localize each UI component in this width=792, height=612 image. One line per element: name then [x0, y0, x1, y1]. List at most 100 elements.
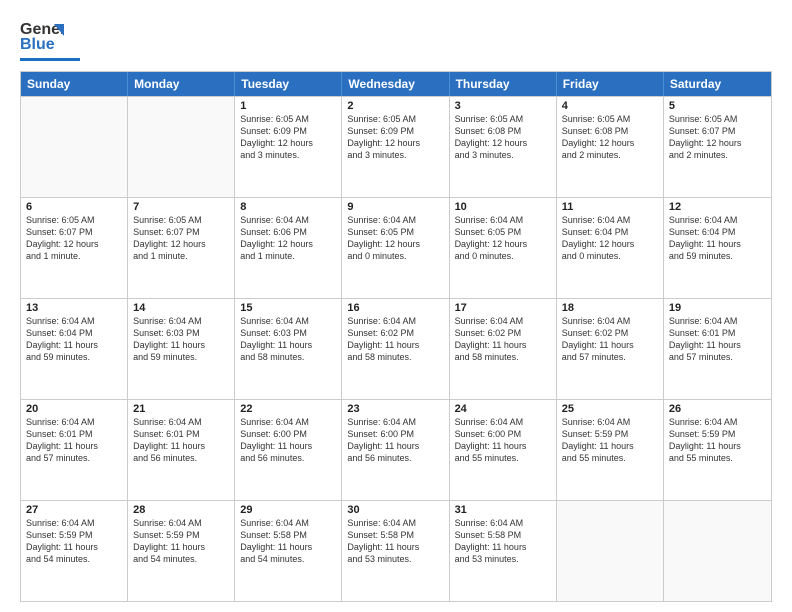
page: General Blue SundayMondayTuesdayWednesda…: [0, 0, 792, 612]
calendar-cell: 22Sunrise: 6:04 AM Sunset: 6:00 PM Dayli…: [235, 400, 342, 500]
calendar-cell: [128, 97, 235, 197]
cell-info: Sunrise: 6:05 AM Sunset: 6:07 PM Dayligh…: [133, 214, 229, 263]
day-number: 8: [240, 201, 336, 213]
calendar-cell: 30Sunrise: 6:04 AM Sunset: 5:58 PM Dayli…: [342, 501, 449, 601]
day-number: 25: [562, 403, 658, 415]
day-number: 24: [455, 403, 551, 415]
calendar-cell: 13Sunrise: 6:04 AM Sunset: 6:04 PM Dayli…: [21, 299, 128, 399]
calendar-cell: 14Sunrise: 6:04 AM Sunset: 6:03 PM Dayli…: [128, 299, 235, 399]
cell-info: Sunrise: 6:04 AM Sunset: 6:01 PM Dayligh…: [669, 315, 766, 364]
calendar-cell: [557, 501, 664, 601]
cell-info: Sunrise: 6:04 AM Sunset: 6:01 PM Dayligh…: [26, 416, 122, 465]
day-number: 15: [240, 302, 336, 314]
day-number: 7: [133, 201, 229, 213]
calendar-cell: 8Sunrise: 6:04 AM Sunset: 6:06 PM Daylig…: [235, 198, 342, 298]
cell-info: Sunrise: 6:04 AM Sunset: 5:59 PM Dayligh…: [562, 416, 658, 465]
day-number: 29: [240, 504, 336, 516]
day-number: 27: [26, 504, 122, 516]
day-number: 9: [347, 201, 443, 213]
calendar: SundayMondayTuesdayWednesdayThursdayFrid…: [20, 71, 772, 602]
day-number: 26: [669, 403, 766, 415]
cell-info: Sunrise: 6:04 AM Sunset: 5:59 PM Dayligh…: [669, 416, 766, 465]
weekday-header: Saturday: [664, 72, 771, 96]
cell-info: Sunrise: 6:04 AM Sunset: 6:03 PM Dayligh…: [240, 315, 336, 364]
day-number: 18: [562, 302, 658, 314]
calendar-cell: 1Sunrise: 6:05 AM Sunset: 6:09 PM Daylig…: [235, 97, 342, 197]
calendar-cell: 2Sunrise: 6:05 AM Sunset: 6:09 PM Daylig…: [342, 97, 449, 197]
calendar-cell: 31Sunrise: 6:04 AM Sunset: 5:58 PM Dayli…: [450, 501, 557, 601]
cell-info: Sunrise: 6:04 AM Sunset: 6:05 PM Dayligh…: [347, 214, 443, 263]
day-number: 14: [133, 302, 229, 314]
day-number: 10: [455, 201, 551, 213]
cell-info: Sunrise: 6:04 AM Sunset: 6:00 PM Dayligh…: [240, 416, 336, 465]
calendar-cell: 29Sunrise: 6:04 AM Sunset: 5:58 PM Dayli…: [235, 501, 342, 601]
calendar-cell: 25Sunrise: 6:04 AM Sunset: 5:59 PM Dayli…: [557, 400, 664, 500]
cell-info: Sunrise: 6:04 AM Sunset: 5:59 PM Dayligh…: [26, 517, 122, 566]
cell-info: Sunrise: 6:05 AM Sunset: 6:09 PM Dayligh…: [240, 113, 336, 162]
day-number: 3: [455, 100, 551, 112]
day-number: 19: [669, 302, 766, 314]
day-number: 21: [133, 403, 229, 415]
day-number: 28: [133, 504, 229, 516]
cell-info: Sunrise: 6:04 AM Sunset: 6:02 PM Dayligh…: [455, 315, 551, 364]
calendar-header: SundayMondayTuesdayWednesdayThursdayFrid…: [21, 72, 771, 96]
cell-info: Sunrise: 6:04 AM Sunset: 5:58 PM Dayligh…: [347, 517, 443, 566]
cell-info: Sunrise: 6:05 AM Sunset: 6:07 PM Dayligh…: [669, 113, 766, 162]
day-number: 30: [347, 504, 443, 516]
calendar-cell: 20Sunrise: 6:04 AM Sunset: 6:01 PM Dayli…: [21, 400, 128, 500]
day-number: 6: [26, 201, 122, 213]
header: General Blue: [20, 16, 772, 61]
calendar-cell: 27Sunrise: 6:04 AM Sunset: 5:59 PM Dayli…: [21, 501, 128, 601]
calendar-cell: 23Sunrise: 6:04 AM Sunset: 6:00 PM Dayli…: [342, 400, 449, 500]
calendar-cell: 5Sunrise: 6:05 AM Sunset: 6:07 PM Daylig…: [664, 97, 771, 197]
weekday-header: Monday: [128, 72, 235, 96]
day-number: 31: [455, 504, 551, 516]
calendar-cell: 16Sunrise: 6:04 AM Sunset: 6:02 PM Dayli…: [342, 299, 449, 399]
logo-icon: General Blue: [20, 16, 64, 56]
day-number: 23: [347, 403, 443, 415]
day-number: 13: [26, 302, 122, 314]
weekday-header: Sunday: [21, 72, 128, 96]
cell-info: Sunrise: 6:05 AM Sunset: 6:08 PM Dayligh…: [455, 113, 551, 162]
cell-info: Sunrise: 6:04 AM Sunset: 5:58 PM Dayligh…: [455, 517, 551, 566]
day-number: 20: [26, 403, 122, 415]
weekday-header: Tuesday: [235, 72, 342, 96]
calendar-cell: 17Sunrise: 6:04 AM Sunset: 6:02 PM Dayli…: [450, 299, 557, 399]
cell-info: Sunrise: 6:04 AM Sunset: 6:04 PM Dayligh…: [669, 214, 766, 263]
day-number: 17: [455, 302, 551, 314]
cell-info: Sunrise: 6:04 AM Sunset: 6:04 PM Dayligh…: [26, 315, 122, 364]
cell-info: Sunrise: 6:04 AM Sunset: 5:59 PM Dayligh…: [133, 517, 229, 566]
cell-info: Sunrise: 6:04 AM Sunset: 6:03 PM Dayligh…: [133, 315, 229, 364]
calendar-cell: 9Sunrise: 6:04 AM Sunset: 6:05 PM Daylig…: [342, 198, 449, 298]
day-number: 5: [669, 100, 766, 112]
calendar-cell: 21Sunrise: 6:04 AM Sunset: 6:01 PM Dayli…: [128, 400, 235, 500]
day-number: 11: [562, 201, 658, 213]
weekday-header: Friday: [557, 72, 664, 96]
cell-info: Sunrise: 6:05 AM Sunset: 6:07 PM Dayligh…: [26, 214, 122, 263]
cell-info: Sunrise: 6:04 AM Sunset: 6:06 PM Dayligh…: [240, 214, 336, 263]
calendar-cell: 28Sunrise: 6:04 AM Sunset: 5:59 PM Dayli…: [128, 501, 235, 601]
calendar-row: 20Sunrise: 6:04 AM Sunset: 6:01 PM Dayli…: [21, 399, 771, 500]
cell-info: Sunrise: 6:04 AM Sunset: 6:01 PM Dayligh…: [133, 416, 229, 465]
day-number: 22: [240, 403, 336, 415]
calendar-cell: 15Sunrise: 6:04 AM Sunset: 6:03 PM Dayli…: [235, 299, 342, 399]
calendar-cell: 3Sunrise: 6:05 AM Sunset: 6:08 PM Daylig…: [450, 97, 557, 197]
svg-text:Blue: Blue: [20, 36, 55, 53]
calendar-cell: [21, 97, 128, 197]
cell-info: Sunrise: 6:04 AM Sunset: 5:58 PM Dayligh…: [240, 517, 336, 566]
calendar-cell: 11Sunrise: 6:04 AM Sunset: 6:04 PM Dayli…: [557, 198, 664, 298]
cell-info: Sunrise: 6:04 AM Sunset: 6:00 PM Dayligh…: [455, 416, 551, 465]
logo: General Blue: [20, 16, 80, 61]
calendar-cell: 18Sunrise: 6:04 AM Sunset: 6:02 PM Dayli…: [557, 299, 664, 399]
weekday-header: Wednesday: [342, 72, 449, 96]
day-number: 2: [347, 100, 443, 112]
calendar-row: 27Sunrise: 6:04 AM Sunset: 5:59 PM Dayli…: [21, 500, 771, 601]
cell-info: Sunrise: 6:04 AM Sunset: 6:00 PM Dayligh…: [347, 416, 443, 465]
calendar-cell: 6Sunrise: 6:05 AM Sunset: 6:07 PM Daylig…: [21, 198, 128, 298]
cell-info: Sunrise: 6:04 AM Sunset: 6:04 PM Dayligh…: [562, 214, 658, 263]
calendar-body: 1Sunrise: 6:05 AM Sunset: 6:09 PM Daylig…: [21, 96, 771, 601]
calendar-row: 13Sunrise: 6:04 AM Sunset: 6:04 PM Dayli…: [21, 298, 771, 399]
cell-info: Sunrise: 6:05 AM Sunset: 6:09 PM Dayligh…: [347, 113, 443, 162]
calendar-cell: 4Sunrise: 6:05 AM Sunset: 6:08 PM Daylig…: [557, 97, 664, 197]
day-number: 12: [669, 201, 766, 213]
